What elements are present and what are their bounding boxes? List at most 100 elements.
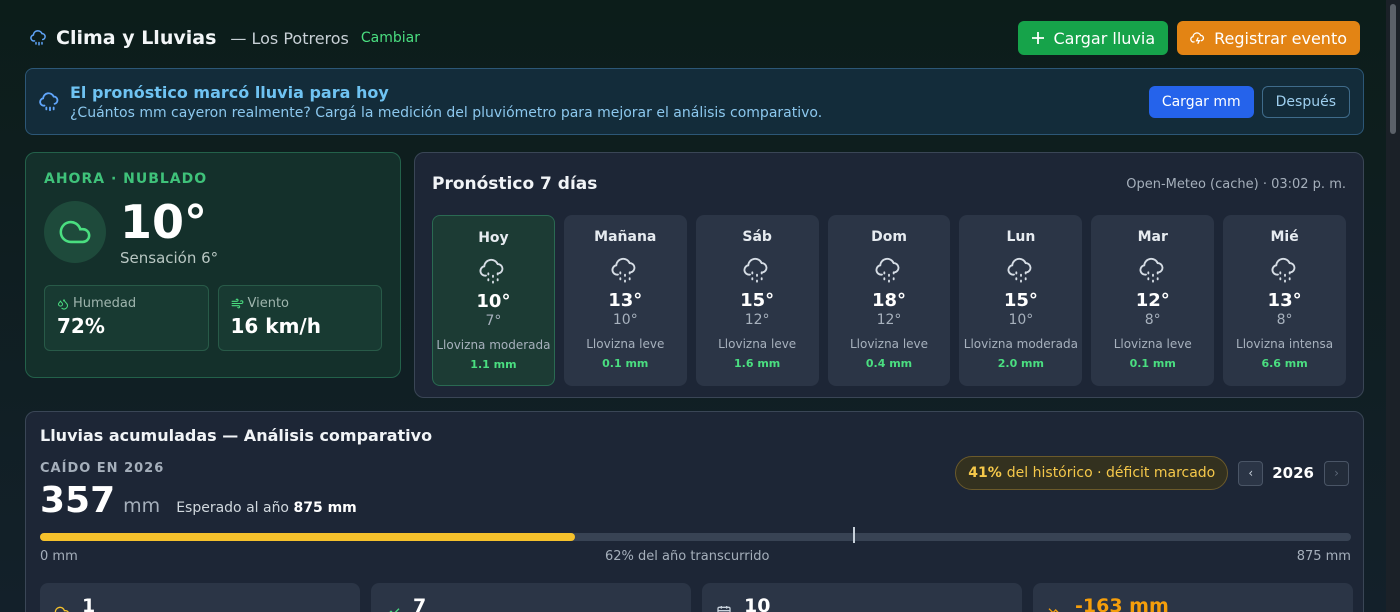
day-min: 8° bbox=[1144, 312, 1161, 328]
day-name: Hoy bbox=[478, 230, 509, 246]
day-name: Dom bbox=[871, 229, 907, 245]
banner-title: El pronóstico marcó lluvia para hoy bbox=[70, 82, 389, 102]
forecast-day[interactable]: Dom 18° 12° Llovizna leve 0.4 mm bbox=[827, 215, 951, 386]
progress-min-label: 0 mm bbox=[40, 549, 78, 564]
stat-value: 10 bbox=[744, 595, 771, 612]
humidity-value: 72% bbox=[57, 314, 105, 338]
day-max: 15° bbox=[740, 290, 775, 311]
wind-stat: Viento 16 km/h bbox=[217, 285, 382, 351]
calendar-icon bbox=[717, 606, 731, 612]
plus-icon bbox=[1032, 32, 1045, 44]
day-description: Llovizna moderada bbox=[963, 337, 1078, 351]
cloud-drizzle-icon bbox=[1007, 257, 1032, 283]
day-rain-mm: 1.6 mm bbox=[734, 357, 781, 370]
banner-subtitle: ¿Cuántos mm cayeron realmente? Cargá la … bbox=[70, 104, 823, 121]
progress-mid-label: 62% del año transcurrido bbox=[605, 549, 770, 564]
day-rain-mm: 0.4 mm bbox=[865, 357, 913, 370]
forecast-day[interactable]: Mié 13° 8° Llovizna intensa 6.6 mm bbox=[1223, 215, 1347, 386]
progress-max-label: 875 mm bbox=[1296, 549, 1351, 564]
forecast-day[interactable]: Mar 12° 8° Llovizna leve 0.1 mm bbox=[1091, 215, 1215, 386]
day-min: 12° bbox=[744, 312, 770, 328]
wind-icon bbox=[231, 298, 243, 309]
expected-text: Esperado al año 875 mm bbox=[176, 500, 357, 516]
day-description: Llovizna leve bbox=[1113, 337, 1192, 351]
day-description: Llovizna moderada bbox=[436, 338, 551, 352]
feels-like: Sensación 6° bbox=[120, 249, 219, 267]
trend-down-icon bbox=[1048, 608, 1059, 612]
stat-card: 1 bbox=[40, 583, 360, 612]
selected-year: 2026 bbox=[1272, 464, 1314, 482]
day-rain-mm: 0.1 mm bbox=[602, 357, 649, 370]
stat-card: 7 bbox=[371, 583, 691, 612]
current-temperature: 10° bbox=[120, 195, 208, 249]
day-description: Llovizna intensa bbox=[1236, 337, 1334, 351]
day-name: Mar bbox=[1137, 229, 1168, 245]
change-location-link[interactable]: Cambiar bbox=[361, 30, 420, 46]
day-rain-mm: 2.0 mm bbox=[997, 357, 1044, 370]
day-rain-mm: 0.1 mm bbox=[1129, 357, 1176, 370]
rain-title: Lluvias acumuladas — Análisis comparativ… bbox=[40, 426, 433, 445]
load-rain-label: Cargar lluvia bbox=[1053, 28, 1156, 48]
current-conditions-label: AHORA · NUBLADO bbox=[44, 171, 208, 187]
forecast-days: Hoy 10° 7° Llovizna moderada 1.1 mm Maña… bbox=[432, 215, 1347, 386]
deficit-badge: 41% del histórico · déficit marcado bbox=[955, 456, 1229, 490]
droplets-icon bbox=[57, 298, 69, 310]
scrollbar-thumb[interactable] bbox=[1390, 4, 1396, 134]
register-event-button[interactable]: Registrar evento bbox=[1177, 21, 1360, 55]
day-description: Llovizna leve bbox=[586, 337, 665, 351]
day-min: 10° bbox=[612, 312, 638, 328]
day-max: 13° bbox=[608, 290, 643, 311]
day-min: 8° bbox=[1276, 312, 1293, 328]
forecast-day[interactable]: Lun 15° 10° Llovizna moderada 2.0 mm bbox=[959, 215, 1083, 386]
forecast-source: Open-Meteo (cache) · 03:02 p. m. bbox=[1126, 176, 1346, 192]
rain-cloud-icon bbox=[30, 30, 46, 46]
fallen-unit: mm bbox=[123, 495, 161, 517]
stat-value: 7 bbox=[413, 595, 427, 612]
later-button[interactable]: Después bbox=[1261, 85, 1350, 118]
fallen-value: 357 bbox=[40, 480, 116, 521]
day-min: 12° bbox=[876, 312, 902, 328]
cloud-drizzle-icon bbox=[743, 257, 768, 283]
cloud-icon bbox=[44, 201, 106, 263]
day-max: 10° bbox=[476, 291, 511, 312]
app-header: Clima y Lluvias — Los Potreros Cambiar C… bbox=[30, 20, 1360, 56]
day-rain-mm: 1.1 mm bbox=[470, 358, 517, 371]
deficit-percent: 41% bbox=[968, 465, 1002, 481]
cloud-drizzle-icon bbox=[1139, 257, 1164, 283]
cloud-lightning-icon bbox=[1190, 32, 1205, 44]
cloud-drizzle-icon bbox=[611, 257, 636, 283]
day-max: 13° bbox=[1267, 290, 1302, 311]
forecast-day[interactable]: Mañana 13° 10° Llovizna leve 0.1 mm bbox=[563, 215, 687, 386]
page-scrollbar[interactable] bbox=[1386, 0, 1400, 612]
stat-value: 1 bbox=[82, 595, 96, 612]
forecast-card: Pronóstico 7 días Open-Meteo (cache) · 0… bbox=[414, 152, 1364, 398]
page-title: Clima y Lluvias bbox=[56, 27, 217, 49]
year-elapsed-marker bbox=[852, 527, 855, 543]
stat-card: 10 bbox=[702, 583, 1022, 612]
load-rain-button[interactable]: Cargar lluvia bbox=[1018, 21, 1169, 55]
humidity-stat: Humedad 72% bbox=[44, 285, 209, 351]
rain-prompt-banner: El pronóstico marcó lluvia para hoy ¿Cuá… bbox=[25, 68, 1364, 135]
forecast-day-today[interactable]: Hoy 10° 7° Llovizna moderada 1.1 mm bbox=[432, 215, 555, 386]
humidity-label: Humedad bbox=[73, 296, 137, 311]
expected-value: 875 mm bbox=[293, 500, 357, 516]
forecast-day[interactable]: Sáb 15° 12° Llovizna leve 1.6 mm bbox=[695, 215, 819, 386]
cloud-drizzle-icon bbox=[479, 258, 504, 284]
day-description: Llovizna leve bbox=[849, 337, 929, 351]
day-rain-mm: 6.6 mm bbox=[1261, 357, 1308, 370]
day-max: 15° bbox=[1003, 290, 1038, 311]
location-name: — Los Potreros bbox=[230, 28, 349, 48]
forecast-title: Pronóstico 7 días bbox=[432, 174, 598, 194]
deficit-text: del histórico · déficit marcado bbox=[1006, 465, 1216, 481]
wind-label: Viento bbox=[247, 296, 290, 311]
current-conditions-card: AHORA · NUBLADO 10° Sensación 6° Humedad… bbox=[25, 152, 401, 378]
next-year-button[interactable]: › bbox=[1324, 460, 1349, 486]
previous-year-button[interactable]: ‹ bbox=[1238, 460, 1264, 486]
day-description: Llovizna leve bbox=[718, 337, 797, 351]
rain-stats-row: 1 7 10 -163 mm bbox=[40, 583, 1353, 612]
day-name: Mañana bbox=[594, 229, 657, 245]
load-mm-button[interactable]: Cargar mm bbox=[1148, 85, 1254, 118]
accumulated-rain-card: Lluvias acumuladas — Análisis comparativ… bbox=[25, 411, 1364, 612]
trend-up-icon bbox=[389, 608, 400, 612]
stat-value: -163 mm bbox=[1075, 595, 1169, 612]
